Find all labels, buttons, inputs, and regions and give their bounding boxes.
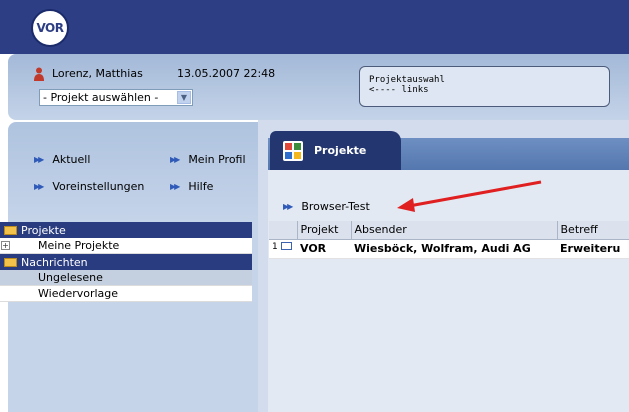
vor-logo[interactable]: VOR (31, 9, 69, 47)
nav-link-hilfe[interactable]: ▶▶ Hilfe (170, 180, 213, 193)
subject-cell: Erweiteru (557, 239, 629, 259)
table-header-row: Projekt Absender Betreff (269, 221, 629, 240)
tree-item-label: Wiedervorlage (38, 287, 119, 300)
projects-icon (283, 140, 303, 161)
nav-link-label: Mein Profil (188, 153, 246, 166)
chevron-down-icon[interactable]: ▼ (177, 91, 191, 104)
navigation-tree: Projekte + Meine Projekte Nachrichten Un… (0, 222, 252, 302)
tree-header-label: Nachrichten (21, 255, 88, 269)
tree-item-ungelesene[interactable]: Ungelesene (0, 270, 252, 286)
double-arrow-icon: ▶▶ (34, 155, 44, 164)
project-cell: VOR (297, 239, 351, 259)
top-header: VOR (0, 0, 629, 54)
messages-table: Projekt Absender Betreff 1 VOR Wiesböck,… (269, 221, 629, 259)
annotation-arrow (397, 180, 542, 212)
nav-link-label: Voreinstellungen (52, 180, 145, 193)
double-arrow-icon: ▶▶ (170, 182, 180, 191)
project-selection-note: Projektauswahl <---- links (359, 66, 610, 107)
sender-cell: Wiesböck, Wolfram, Audi AG (351, 239, 557, 259)
login-datetime: 13.05.2007 22:48 (177, 67, 276, 80)
nav-link-label: Hilfe (188, 180, 214, 193)
envelope-icon (280, 241, 292, 250)
column-header-projekt[interactable]: Projekt (296, 221, 351, 240)
double-arrow-icon: ▶▶ (170, 155, 180, 164)
nav-link-mein-profil[interactable]: ▶▶ Mein Profil (170, 153, 246, 166)
user-name: Lorenz, Matthias (52, 67, 143, 80)
browser-test-link[interactable]: ▶▶ Browser-Test (283, 200, 370, 213)
column-header-betreff[interactable]: Betreff (556, 221, 629, 240)
tree-item-label: Ungelesene (38, 271, 103, 284)
tab-label: Projekte (314, 144, 367, 157)
column-header-absender[interactable]: Absender (350, 221, 557, 240)
project-select-value: - Projekt auswählen - (43, 91, 159, 104)
tree-item-label: Meine Projekte (38, 239, 120, 252)
user-icon (34, 67, 44, 81)
nav-link-voreinstellungen[interactable]: ▶▶ Voreinstellungen (34, 180, 144, 193)
tree-header-projekte[interactable]: Projekte (0, 222, 252, 238)
expand-icon[interactable]: + (1, 241, 10, 250)
tree-item-meine-projekte[interactable]: + Meine Projekte (0, 238, 252, 254)
nav-link-label: Aktuell (52, 153, 91, 166)
tree-header-label: Projekte (21, 223, 66, 237)
column-header-index (269, 221, 297, 240)
double-arrow-icon: ▶▶ (283, 202, 293, 211)
folder-icon (4, 257, 17, 267)
tree-item-wiedervorlage[interactable]: Wiedervorlage (0, 286, 252, 302)
tab-projekte[interactable]: Projekte (270, 131, 401, 170)
row-index-cell: 1 (269, 239, 297, 259)
project-select[interactable]: - Projekt auswählen - ▼ (39, 89, 193, 106)
folder-icon (4, 225, 17, 235)
nav-link-aktuell[interactable]: ▶▶ Aktuell (34, 153, 90, 166)
tree-header-nachrichten[interactable]: Nachrichten (0, 254, 252, 270)
browser-test-label: Browser-Test (301, 200, 370, 213)
double-arrow-icon: ▶▶ (34, 182, 44, 191)
table-row[interactable]: 1 VOR Wiesböck, Wolfram, Audi AG Erweite… (269, 239, 629, 259)
row-number: 1 (272, 241, 278, 252)
